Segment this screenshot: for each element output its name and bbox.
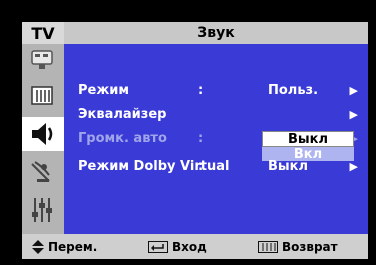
move-hint: Перем.: [32, 239, 98, 254]
menu-row-colon: :: [198, 82, 204, 98]
channel-icon[interactable]: [27, 158, 57, 186]
menu-row-mode[interactable]: Режим : Польз. ▶: [78, 79, 362, 101]
enter-label: Вход: [172, 239, 207, 254]
menu-row-colon: :: [198, 158, 204, 174]
sidebar: [22, 44, 64, 234]
enter-icon: [148, 240, 168, 253]
menu-row-value: Польз.: [268, 82, 319, 98]
tv-label: TV: [22, 22, 64, 44]
return-hint: Возврат: [258, 240, 338, 254]
menu-row-equalizer[interactable]: Эквалайзер ▶: [78, 103, 362, 125]
sound-icon[interactable]: [22, 117, 64, 151]
return-icon: [258, 240, 278, 253]
right-arrow-icon: ▶: [349, 107, 358, 121]
return-label: Возврат: [282, 239, 338, 254]
menu-row-dolby-virtual[interactable]: Режим Dolby Virtual : Выкл ▶: [78, 155, 362, 177]
input-icon[interactable]: [27, 46, 57, 74]
sound-menu-panel: Режим : Польз. ▶ Эквалайзер ▶ Громк. авт…: [64, 44, 368, 234]
setup-icon[interactable]: [27, 196, 57, 224]
dropdown-option-off[interactable]: Выкл: [262, 131, 354, 147]
right-arrow-icon: ▶: [349, 159, 358, 173]
menu-title: Звук: [64, 22, 368, 44]
menu-row-label: Режим: [78, 82, 130, 98]
up-down-arrow-icon: [32, 239, 44, 254]
menu-row-label: Эквалайзер: [78, 106, 167, 122]
osd-menu: TV Звук Режим: Польз. ▶ Эквалайзер ▶ Гр…: [22, 22, 368, 259]
menu-row-value: Выкл: [268, 158, 309, 174]
right-arrow-icon: ▶: [349, 83, 358, 97]
menu-row-label: Режим Dolby Virtual: [78, 158, 230, 174]
menu-row-colon: :: [198, 130, 204, 146]
menu-row-label: Громк. авто: [78, 130, 167, 146]
enter-hint: Вход: [148, 240, 207, 254]
footer-help-bar: Перем. Вход Возврат: [22, 234, 368, 259]
picture-icon[interactable]: [27, 82, 57, 110]
move-label: Перем.: [48, 239, 98, 254]
